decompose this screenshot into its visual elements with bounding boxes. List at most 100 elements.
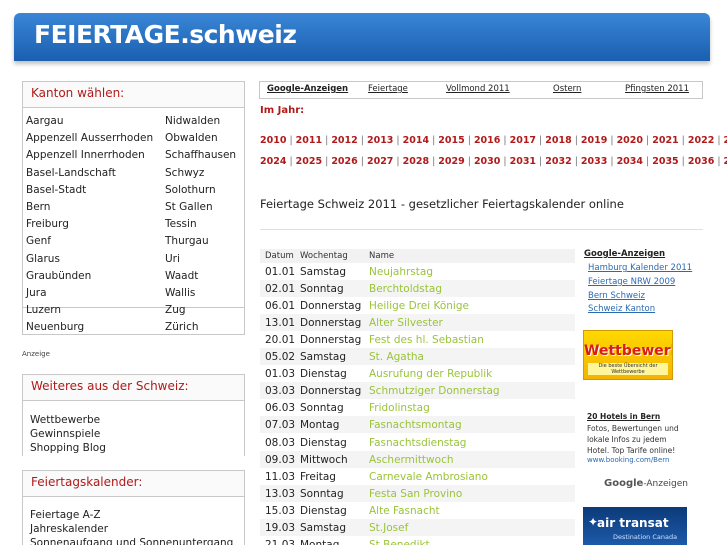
kanton-item[interactable]: Wallis	[165, 287, 195, 299]
table-row: 05.02 Samstag St. Agatha	[260, 348, 575, 366]
year-separator: |	[717, 135, 721, 146]
nav-vollmond[interactable]: Vollmond 2011	[446, 84, 510, 94]
year-link[interactable]: 2037	[724, 156, 727, 167]
year-link[interactable]: 2033	[581, 156, 607, 167]
ad-link-bern[interactable]: Bern Schweiz	[588, 291, 645, 301]
year-link[interactable]: 2036	[688, 156, 714, 167]
weiteres-item-wettbewerbe[interactable]: Wettbewerbe	[23, 414, 244, 428]
year-link[interactable]: 2012	[331, 135, 357, 146]
year-link[interactable]: 2015	[438, 135, 464, 146]
year-separator: |	[467, 156, 471, 167]
ad-link-hamburg[interactable]: Hamburg Kalender 2011	[588, 263, 692, 273]
weiteres-item-gewinnspiele[interactable]: Gewinnspiele	[23, 428, 244, 442]
kanton-item[interactable]: Bern	[26, 201, 50, 213]
holiday-name-link[interactable]: Berchtoldstag	[369, 283, 442, 295]
air-transat-banner[interactable]: ✦ air transat Destination Canada	[583, 507, 687, 545]
hotel-ad-description: Fotos, Bewertungen und lokale Infos zu j…	[587, 424, 679, 455]
year-link[interactable]: 2013	[367, 135, 393, 146]
year-link[interactable]: 2024	[260, 156, 286, 167]
year-link[interactable]: 2010	[260, 135, 286, 146]
wettbewerbe-banner[interactable]: Wettbewerbe Die beste Übersicht der Wett…	[583, 330, 673, 380]
holiday-name-link[interactable]: Fasnachtsmontag	[369, 419, 462, 431]
year-link[interactable]: 2026	[331, 156, 357, 167]
hotel-ad-url[interactable]: www.booking.com/Bern	[587, 456, 669, 464]
kanton-item[interactable]: Nidwalden	[165, 115, 220, 127]
holiday-name-link[interactable]: St.Josef	[369, 522, 408, 534]
table-row: 11.03 Freitag Carnevale Ambrosiano	[260, 468, 575, 485]
year-link[interactable]: 2022	[688, 135, 714, 146]
holiday-name-link[interactable]: Heilige Drei Könige	[369, 300, 469, 312]
holiday-name-link[interactable]: Fasnachtsdienstag	[369, 437, 466, 449]
holiday-name-link[interactable]: Alter Silvester	[369, 317, 443, 329]
holiday-name-link[interactable]: Aschermittwoch	[369, 454, 454, 466]
year-link[interactable]: 2025	[296, 156, 322, 167]
year-link[interactable]: 2019	[581, 135, 607, 146]
nav-ostern[interactable]: Ostern	[553, 84, 581, 94]
kalender-item-sonnenaufgang[interactable]: Sonnenaufgang und Sonnenuntergang	[23, 537, 244, 545]
table-header: Datum Wochentag Name	[260, 249, 575, 263]
kanton-item[interactable]: Genf	[26, 235, 51, 247]
holiday-name-link[interactable]: Schmutziger Donnerstag	[369, 385, 500, 397]
year-link[interactable]: 2016	[474, 135, 500, 146]
year-link[interactable]: 2021	[652, 135, 678, 146]
year-link[interactable]: 2014	[403, 135, 429, 146]
year-link[interactable]: 2029	[438, 156, 464, 167]
kanton-item[interactable]: Aargau	[26, 115, 64, 127]
holiday-name-link[interactable]: St. Agatha	[369, 351, 424, 363]
kanton-item[interactable]: Schaffhausen	[165, 149, 236, 161]
kanton-item[interactable]: Tessin	[165, 218, 197, 230]
kanton-item[interactable]: Solothurn	[165, 184, 216, 196]
ads-title[interactable]: Google-Anzeigen	[584, 249, 665, 259]
year-link[interactable]: 2028	[403, 156, 429, 167]
kanton-item[interactable]: Waadt	[165, 270, 198, 282]
year-link[interactable]: 2031	[510, 156, 536, 167]
weiteres-item-shopping-blog[interactable]: Shopping Blog	[23, 442, 244, 456]
kanton-item[interactable]: Freiburg	[26, 218, 69, 230]
kanton-item[interactable]: Appenzell Innerrhoden	[26, 149, 145, 161]
year-link[interactable]: 2032	[545, 156, 571, 167]
table-row: 06.01 Donnerstag Heilige Drei Könige	[260, 297, 575, 314]
nav-google-anzeigen[interactable]: Google-Anzeigen	[267, 84, 348, 94]
kanton-item[interactable]: Graubünden	[26, 270, 91, 282]
holiday-name-link[interactable]: Festa San Provino	[369, 488, 462, 500]
nav-feiertage[interactable]: Feiertage	[368, 84, 408, 94]
year-link[interactable]: 2017	[510, 135, 536, 146]
hotel-ad-title[interactable]: 20 Hotels in Bern	[587, 412, 660, 421]
kanton-item[interactable]: Schwyz	[165, 167, 204, 179]
year-separator: |	[503, 135, 507, 146]
kanton-item[interactable]: Glarus	[26, 253, 60, 265]
year-link[interactable]: 2034	[617, 156, 643, 167]
kanton-item[interactable]: Thurgau	[165, 235, 209, 247]
year-link[interactable]: 2020	[617, 135, 643, 146]
year-link[interactable]: 2023	[724, 135, 727, 146]
kalender-item-feiertage-az[interactable]: Feiertage A-Z	[23, 509, 244, 523]
holiday-name-link[interactable]: Fest des hl. Sebastian	[369, 334, 484, 346]
holiday-name-link[interactable]: Neujahrstag	[369, 266, 433, 278]
year-link[interactable]: 2018	[545, 135, 571, 146]
ad-link-nrw[interactable]: Feiertage NRW 2009	[588, 277, 675, 287]
kanton-item[interactable]: Basel-Stadt	[26, 184, 86, 196]
weiteres-heading: Weiteres aus der Schweiz:	[23, 375, 244, 401]
kanton-item[interactable]: St Gallen	[165, 201, 213, 213]
holiday-name-link[interactable]: Carnevale Ambrosiano	[369, 471, 488, 483]
kanton-item[interactable]: Appenzell Ausserrhoden	[26, 132, 153, 144]
site-title[interactable]: FEIERTAGE.schweiz	[34, 20, 297, 49]
year-link[interactable]: 2011	[296, 135, 322, 146]
ad-link-kanton[interactable]: Schweiz Kanton	[588, 304, 655, 314]
google-ads-badge[interactable]: Google-Anzeigen	[604, 478, 688, 489]
kanton-item[interactable]: Uri	[165, 253, 180, 265]
kanton-item[interactable]: Basel-Landschaft	[26, 167, 116, 179]
year-link[interactable]: 2027	[367, 156, 393, 167]
kanton-item[interactable]: Obwalden	[165, 132, 218, 144]
year-link[interactable]: 2030	[474, 156, 500, 167]
holiday-name-link[interactable]: Fridolinstag	[369, 402, 430, 414]
kalender-item-jahreskalender[interactable]: Jahreskalender	[23, 523, 244, 537]
holiday-name-link[interactable]: Alte Fasnacht	[369, 505, 440, 517]
kanton-item[interactable]: Jura	[26, 287, 47, 299]
table-row: 01.01 Samstag Neujahrstag	[260, 263, 575, 280]
year-link[interactable]: 2035	[652, 156, 678, 167]
year-separator: |	[432, 156, 436, 167]
holiday-name-link[interactable]: St.Benedikt	[369, 539, 430, 545]
holiday-name-link[interactable]: Ausrufung der Republik	[369, 368, 492, 380]
nav-pfingsten[interactable]: Pfingsten 2011	[625, 84, 689, 94]
